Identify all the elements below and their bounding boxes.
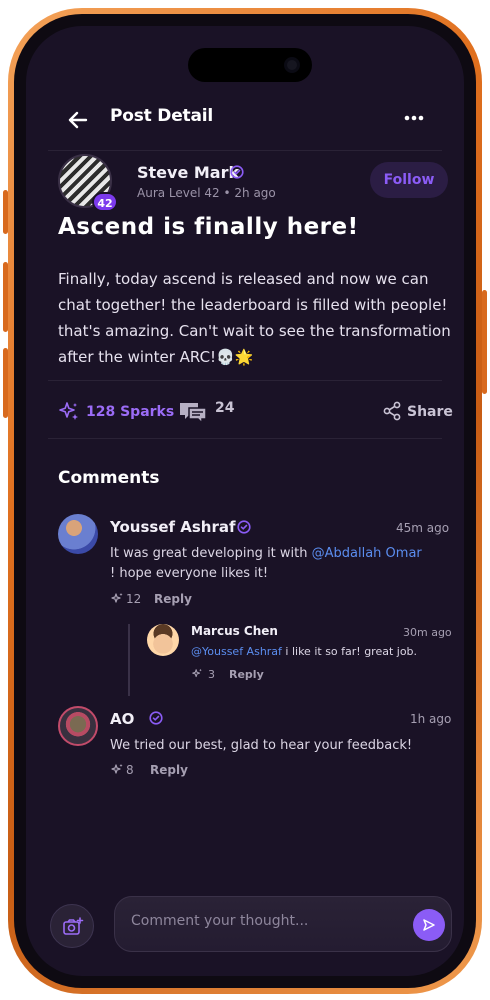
share-icon[interactable] [382, 401, 402, 421]
comment-bubbles-icon[interactable] [178, 400, 208, 424]
reply-thread-line [128, 624, 130, 696]
phone-frame: Post Detail 42 Steve Mark Aura Level 42 … [8, 8, 482, 994]
comment-avatar[interactable] [58, 706, 98, 746]
reply-spark-count: 3 [208, 668, 215, 681]
comment-author-name[interactable]: Youssef Ashraf [110, 518, 236, 536]
stats-top-divider [48, 380, 442, 381]
post-stats-bar: 128 Sparks 24 Share [26, 396, 464, 426]
top-bar: Post Detail [26, 98, 464, 142]
page-title: Post Detail [110, 106, 213, 126]
volume-up-button [3, 262, 8, 332]
post-title: Ascend is finally here! [58, 214, 359, 240]
camera-plus-icon [63, 917, 84, 935]
reply-button[interactable]: Reply [229, 668, 264, 681]
author-meta: Aura Level 42 • 2h ago [137, 186, 276, 200]
phone-bezel: Post Detail 42 Steve Mark Aura Level 42 … [14, 14, 476, 988]
attach-photo-button[interactable] [50, 904, 94, 948]
comment-input[interactable] [131, 913, 401, 929]
reply-button[interactable]: Reply [154, 592, 192, 606]
comment-composer [114, 896, 452, 952]
verified-badge-icon [237, 520, 251, 534]
level-badge: 42 [92, 192, 118, 212]
mention-link[interactable]: @Youssef Ashraf [191, 645, 282, 658]
power-button [482, 290, 487, 394]
sparkles-icon[interactable] [110, 592, 124, 606]
comment-author-name[interactable]: AO [110, 710, 134, 728]
verified-badge-icon [230, 165, 244, 179]
comment-text: It was great developing it with @Abdalla… [110, 544, 430, 584]
send-button[interactable] [413, 909, 445, 941]
send-icon [423, 919, 435, 931]
comment-text-after: ! hope everyone likes it! [110, 566, 269, 581]
author-name[interactable]: Steve Mark [137, 163, 239, 182]
reply-text-after: i like it so far! great job. [281, 645, 418, 658]
more-options-button[interactable] [402, 108, 426, 128]
stats-bottom-divider [48, 438, 442, 439]
verified-badge-icon [149, 711, 163, 725]
reply-timestamp: 30m ago [403, 626, 452, 639]
front-camera [284, 57, 300, 73]
comment-spark-count: 8 [126, 763, 134, 777]
comment-avatar[interactable] [58, 514, 98, 554]
back-button[interactable] [64, 106, 92, 134]
header-divider [48, 150, 442, 151]
dynamic-island [188, 48, 312, 82]
comments-heading: Comments [58, 468, 160, 488]
post-body: Finally, today ascend is released and no… [58, 270, 451, 366]
share-button[interactable]: Share [407, 404, 453, 420]
volume-down-button [3, 348, 8, 418]
sparkles-icon[interactable] [110, 763, 124, 777]
reply-text: @Youssef Ashraf i like it so far! great … [191, 644, 451, 660]
arrow-left-icon [68, 111, 88, 129]
sparkles-icon[interactable] [58, 401, 80, 423]
app-screen: Post Detail 42 Steve Mark Aura Level 42 … [26, 26, 464, 976]
comment-count: 24 [215, 400, 235, 416]
comment-text-before: It was great developing it with [110, 546, 312, 561]
action-button [3, 190, 8, 234]
follow-button[interactable]: Follow [370, 162, 448, 198]
reply-author-name[interactable]: Marcus Chen [191, 624, 278, 638]
mention-link[interactable]: @Abdallah Omar [312, 546, 422, 561]
reply-button[interactable]: Reply [150, 763, 188, 777]
more-horizontal-icon [404, 115, 424, 121]
comment-timestamp: 45m ago [396, 521, 450, 535]
reply-avatar[interactable] [147, 624, 179, 656]
comment-spark-count: 12 [126, 592, 142, 606]
sparkles-icon[interactable] [191, 668, 203, 680]
comment-timestamp: 1h ago [410, 712, 452, 726]
sparks-button[interactable]: 128 Sparks [86, 404, 174, 420]
comment-text: We tried our best, glad to hear your fee… [110, 738, 413, 753]
